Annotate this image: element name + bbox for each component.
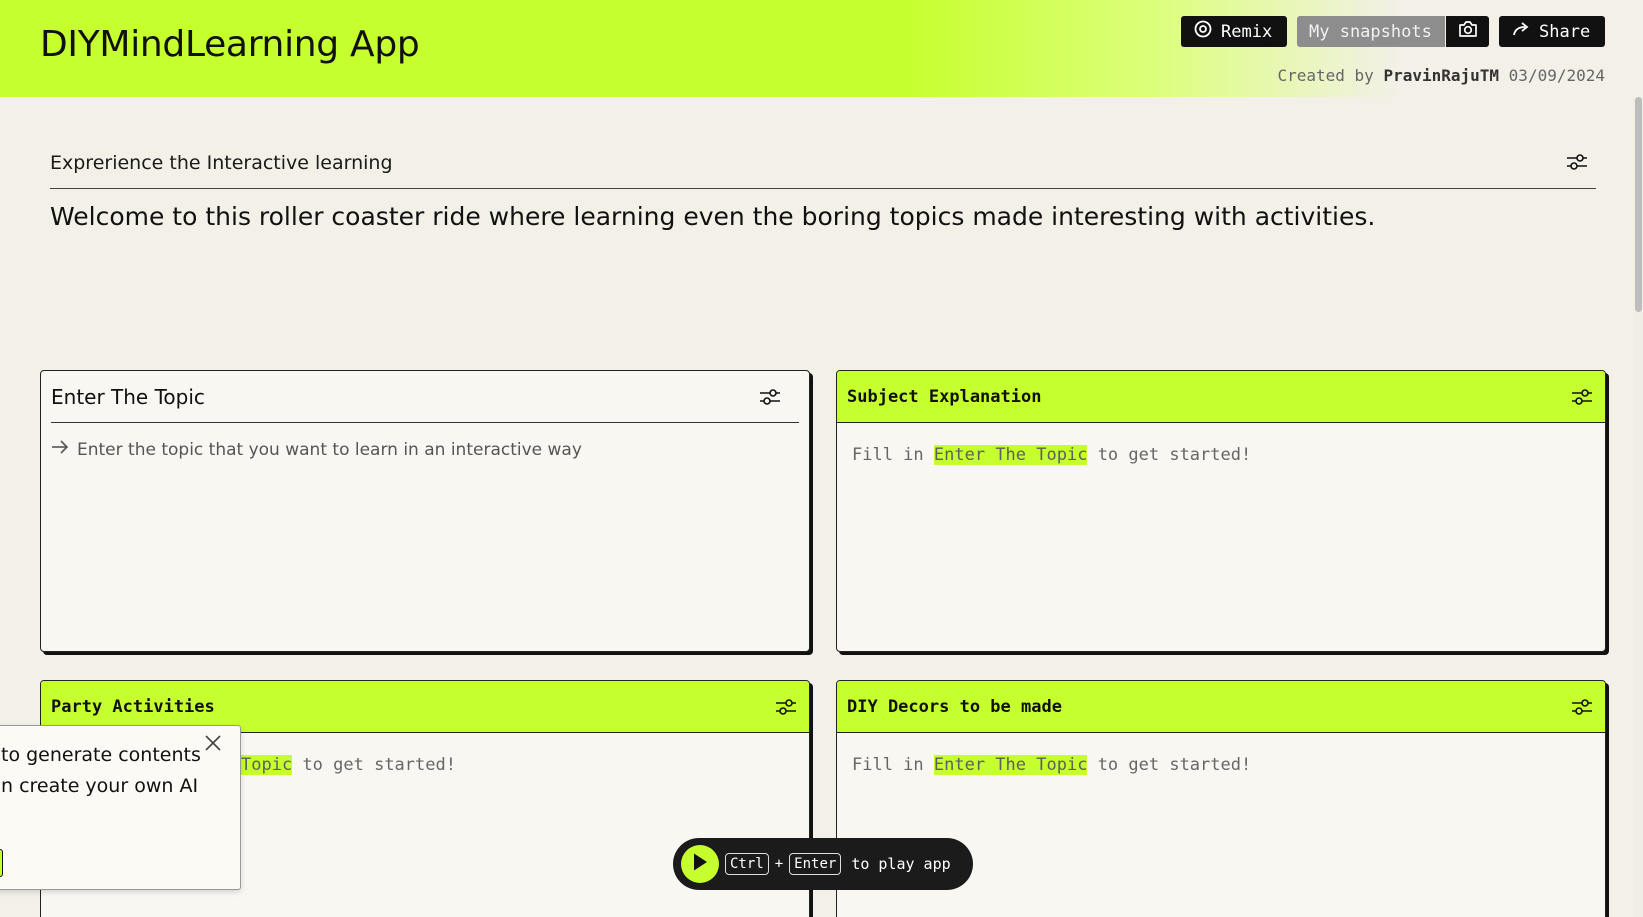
topic-placeholder: Enter the topic that you want to learn i… — [77, 439, 582, 460]
snapshots-label: My snapshots — [1309, 21, 1432, 42]
fill-in-text: Fill in — [852, 445, 924, 465]
sliders-icon[interactable] — [1571, 698, 1593, 716]
app-title: DIYMindLearning App — [40, 24, 420, 65]
get-started-text: to get started! — [302, 755, 456, 775]
popup-line-2: n create your own AI — [1, 775, 199, 797]
subject-card-title: Subject Explanation — [847, 386, 1042, 407]
info-popup: to generate contents n create your own A… — [0, 725, 241, 890]
topic-card-title: Enter The Topic — [51, 384, 205, 409]
share-button[interactable]: Share — [1499, 16, 1605, 47]
my-snapshots-button[interactable]: My snapshots — [1297, 16, 1445, 47]
app-header: DIYMindLearning App Remix My snapshots S… — [0, 0, 1643, 97]
topic-link[interactable]: Topic — [241, 755, 293, 775]
get-started-text: to get started! — [1097, 755, 1252, 775]
remix-button[interactable]: Remix — [1181, 16, 1287, 47]
share-label: Share — [1539, 21, 1591, 42]
enter-key: Enter — [789, 853, 842, 875]
sliders-icon[interactable] — [1566, 153, 1588, 175]
camera-icon — [1458, 20, 1478, 43]
diy-card-title: DIY Decors to be made — [847, 696, 1062, 717]
created-date: 03/09/2024 — [1508, 66, 1605, 85]
arrow-right-icon — [51, 439, 69, 460]
diy-card-body: Fill in Enter The Topic to get started! — [837, 733, 1605, 797]
play-icon — [691, 852, 709, 876]
subject-card-body: Fill in Enter The Topic to get started! — [837, 423, 1605, 487]
subject-card-header: Subject Explanation — [837, 371, 1605, 423]
intro-heading: Exprerience the Interactive learning — [50, 152, 393, 174]
scrollbar-thumb[interactable] — [1635, 97, 1642, 312]
plus-sign: + — [774, 856, 784, 872]
ctrl-key: Ctrl — [725, 853, 769, 875]
intro-text: Welcome to this roller coaster ride wher… — [50, 202, 1376, 231]
sliders-icon[interactable] — [759, 388, 781, 406]
diy-card-header: DIY Decors to be made — [837, 681, 1605, 733]
remix-label: Remix — [1221, 21, 1273, 42]
topic-input[interactable]: Enter the topic that you want to learn i… — [51, 439, 799, 460]
topic-card-header: Enter The Topic — [51, 371, 799, 423]
created-by: Created by PravinRajuTM 03/09/2024 — [1277, 66, 1605, 85]
intro-divider — [50, 188, 1596, 189]
page-scrollbar[interactable] — [1634, 97, 1643, 917]
fill-in-text: Fill in — [852, 755, 924, 775]
remix-icon — [1193, 19, 1213, 44]
created-prefix: Created by — [1277, 66, 1374, 85]
party-card-title: Party Activities — [51, 696, 215, 717]
share-arrow-icon — [1511, 20, 1531, 43]
play-hint-text: to play app — [851, 855, 951, 873]
author-name[interactable]: PravinRajuTM — [1383, 66, 1499, 85]
play-app-bar: Ctrl + Enter to play app — [673, 838, 973, 890]
subject-explanation-card: Subject Explanation Fill in Enter The To… — [836, 370, 1606, 652]
take-snapshot-button[interactable] — [1446, 16, 1489, 47]
popup-action-button[interactable] — [0, 849, 3, 877]
sliders-icon[interactable] — [1571, 388, 1593, 406]
popup-line-1: to generate contents — [1, 744, 201, 766]
get-started-text: to get started! — [1097, 445, 1252, 465]
close-icon[interactable] — [204, 734, 222, 756]
sliders-icon[interactable] — [775, 698, 797, 716]
topic-link[interactable]: Enter The Topic — [933, 755, 1088, 775]
popup-text: to generate contents n create your own A… — [1, 740, 201, 802]
play-button[interactable] — [681, 845, 719, 883]
topic-link[interactable]: Enter The Topic — [933, 445, 1088, 465]
topic-input-card: Enter The Topic Enter the topic that you… — [40, 370, 810, 652]
